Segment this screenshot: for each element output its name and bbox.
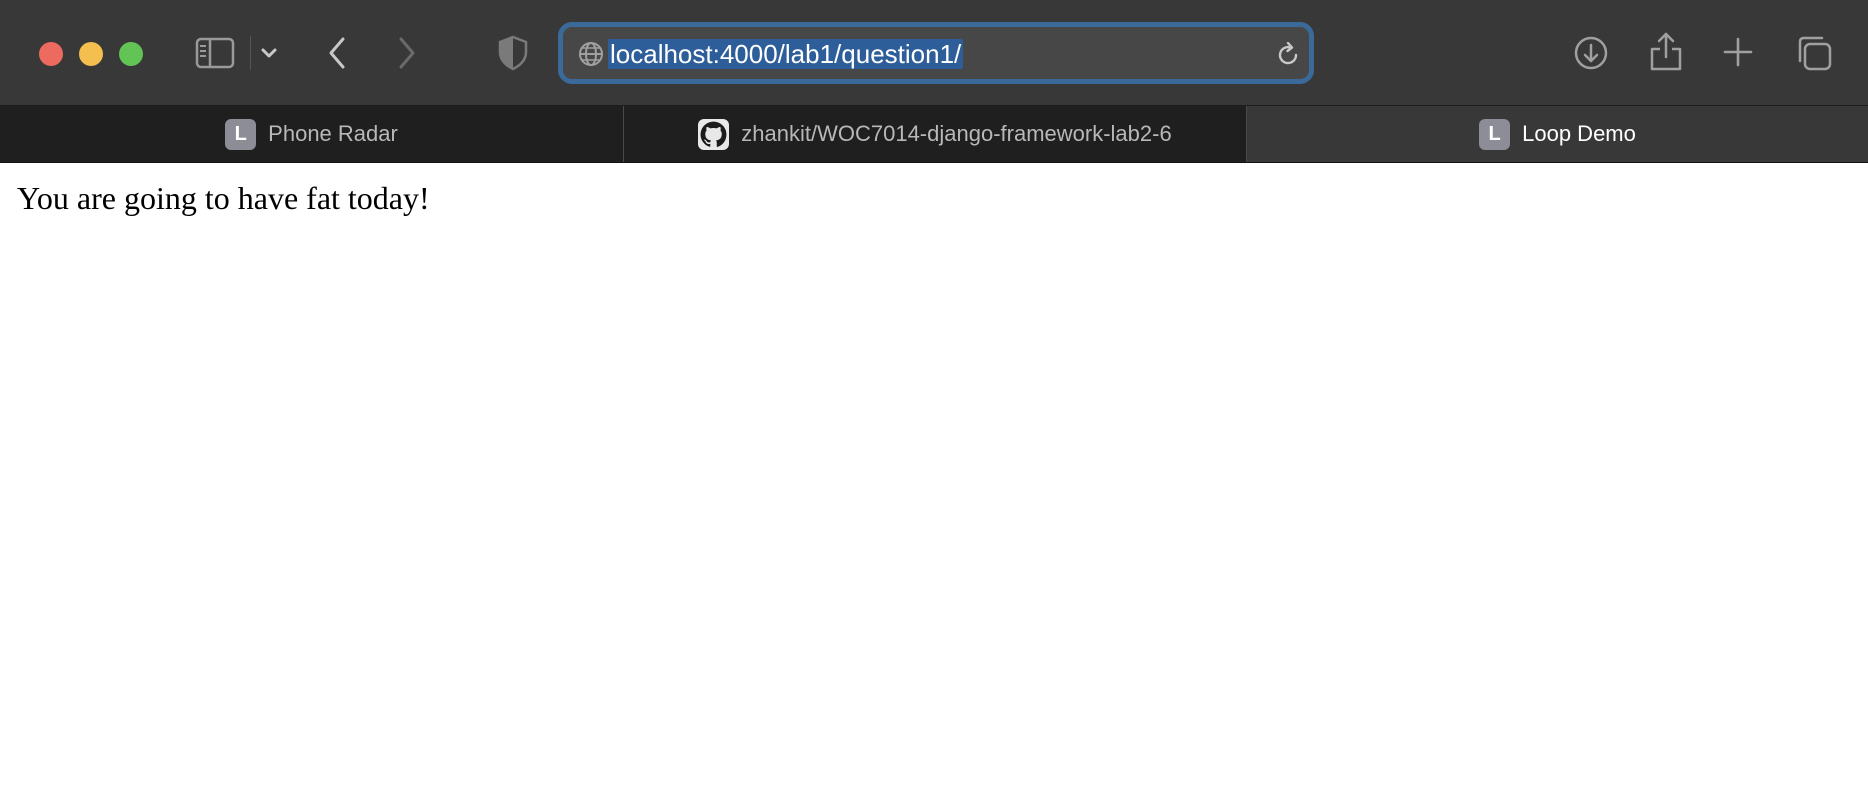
page-content: You are going to have fat today! bbox=[0, 163, 1868, 800]
download-icon[interactable] bbox=[1572, 34, 1610, 72]
url-text[interactable]: localhost:4000/lab1/question1/ bbox=[608, 39, 964, 69]
tab-favicon: L bbox=[225, 118, 257, 150]
tab-title: Loop Demo bbox=[1522, 121, 1636, 146]
shield-icon[interactable] bbox=[496, 34, 530, 72]
chevron-down-icon[interactable] bbox=[258, 42, 280, 64]
page-message: You are going to have fat today! bbox=[17, 180, 430, 216]
tab-title: zhankit/WOC7014-django-framework-lab2-6 bbox=[741, 121, 1172, 146]
plus-icon[interactable] bbox=[1722, 36, 1754, 68]
tab-bar: L Phone Radar zhankit/WOC7014-django-fra… bbox=[0, 106, 1868, 163]
maximize-window-button[interactable] bbox=[119, 42, 143, 66]
tab-title: Phone Radar bbox=[268, 121, 398, 146]
share-icon[interactable] bbox=[1648, 30, 1684, 72]
browser-toolbar: localhost:4000/lab1/question1/ bbox=[0, 0, 1868, 106]
github-icon bbox=[698, 118, 730, 150]
chevron-right-icon[interactable] bbox=[390, 34, 424, 72]
address-bar[interactable]: localhost:4000/lab1/question1/ bbox=[558, 22, 1314, 84]
chevron-left-icon[interactable] bbox=[320, 34, 354, 72]
tab-favicon: L bbox=[1479, 118, 1511, 150]
tabs-overview-icon[interactable] bbox=[1795, 34, 1833, 72]
sidebar-icon[interactable] bbox=[194, 34, 236, 72]
minimize-window-button[interactable] bbox=[79, 42, 103, 66]
tab-loop-demo[interactable]: L Loop Demo bbox=[1247, 106, 1868, 162]
tab-phone-radar[interactable]: L Phone Radar bbox=[0, 106, 623, 162]
globe-icon bbox=[578, 41, 604, 67]
toolbar-divider bbox=[250, 36, 251, 70]
tab-github-repo[interactable]: zhankit/WOC7014-django-framework-lab2-6 bbox=[624, 106, 1246, 162]
reload-icon[interactable] bbox=[1274, 41, 1302, 69]
close-window-button[interactable] bbox=[39, 42, 63, 66]
